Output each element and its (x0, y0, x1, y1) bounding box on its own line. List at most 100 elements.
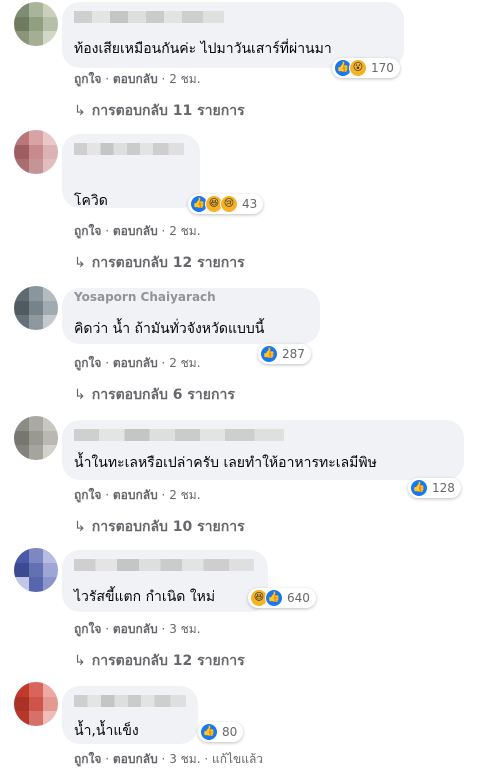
avatar-pixel (14, 682, 29, 697)
reply-link[interactable]: ตอบกลับ (113, 752, 158, 766)
reaction-summary[interactable]: 👍 128 (408, 478, 461, 498)
author-name-blurred[interactable] (74, 143, 184, 155)
comment-text: ไวรัสขี้แตก กำเนิด ใหม่ (74, 589, 216, 605)
like-link[interactable]: ถูกใจ (74, 224, 101, 238)
view-replies-link[interactable]: ↳ การตอบกลับ 12 รายการ (74, 252, 245, 274)
reply-link[interactable]: ตอบกลับ (113, 72, 158, 86)
avatar-pixel (28, 159, 44, 174)
avatar-pixel (14, 130, 29, 145)
reply-arrow-icon: ↳ (74, 519, 86, 535)
comment-bubble: ไวรัสขี้แตก กำเนิด ใหม่ 😆 👍 640 (62, 550, 316, 612)
author-name-blurred[interactable] (74, 11, 224, 23)
reaction-summary[interactable]: 👍 287 (258, 344, 311, 364)
reaction-count: 80 (222, 725, 238, 739)
timestamp[interactable]: 2 ชม. (169, 356, 200, 370)
avatar-pixel (14, 548, 29, 563)
avatar-pixel (14, 416, 29, 431)
avatar-pixel (14, 286, 29, 301)
like-link[interactable]: ถูกใจ (74, 72, 101, 86)
author-name-blurred[interactable] (74, 429, 284, 441)
comment-actions: ถูกใจ · ตอบกลับ · 3 ชม. · แก้ไขแล้ว (74, 752, 264, 766)
like-link[interactable]: ถูกใจ (74, 622, 101, 636)
comment-actions: ถูกใจ · ตอบกลับ · 2 ชม. (74, 224, 201, 238)
avatar-pixel (43, 577, 58, 592)
avatar-pixel (43, 300, 58, 316)
timestamp[interactable]: 2 ชม. (169, 224, 200, 238)
avatar-pixel (28, 144, 44, 160)
reaction-summary[interactable]: 👍 80 (198, 722, 244, 742)
like-reaction-icon: 👍 (260, 345, 278, 363)
edited-label: แก้ไขแล้ว (211, 752, 264, 766)
timestamp[interactable]: 3 ชม. (169, 622, 200, 636)
reaction-count: 170 (371, 61, 394, 75)
reaction-count: 43 (242, 197, 258, 211)
reaction-count: 287 (282, 347, 305, 361)
comment-actions: ถูกใจ · ตอบกลับ · 2 ชม. (74, 488, 201, 502)
avatar-pixel (28, 286, 44, 301)
comment-actions: ถูกใจ · ตอบกลับ · 2 ชม. (74, 356, 201, 370)
avatar-pixel (43, 548, 58, 563)
avatar[interactable] (14, 130, 58, 174)
like-link[interactable]: ถูกใจ (74, 752, 101, 766)
like-reaction-icon: 👍 (265, 589, 283, 607)
comment-text: น้ำ,น้ำแข็ง (74, 723, 139, 739)
avatar-pixel (14, 577, 29, 592)
like-link[interactable]: ถูกใจ (74, 356, 101, 370)
reply-link[interactable]: ตอบกลับ (113, 224, 158, 238)
avatar[interactable] (14, 682, 58, 726)
avatar-pixel (28, 682, 44, 697)
avatar-pixel (14, 315, 29, 330)
avatar-pixel (14, 16, 29, 32)
avatar-pixel (28, 300, 44, 316)
comment-actions: ถูกใจ · ตอบกลับ · 2 ชม. (74, 72, 201, 86)
comment-text: น้ำในทะเลหรือเปล่าครับ เลยทำให้อาหารทะเล… (74, 455, 377, 471)
avatar-pixel (28, 577, 44, 592)
comment-text: คิดว่า น้ำ ถ้ามันทั่วจังหวัดแบบนี้ (74, 321, 265, 337)
avatar-pixel (14, 144, 29, 160)
reaction-summary[interactable]: 👍 😮 170 (332, 58, 400, 78)
view-replies-link[interactable]: ↳ การตอบกลับ 11 รายการ (74, 100, 245, 122)
avatar-pixel (28, 31, 44, 46)
replies-label: การตอบกลับ 6 รายการ (91, 387, 235, 403)
avatar-pixel (43, 159, 58, 174)
avatar-pixel (43, 31, 58, 46)
author-name-blurred[interactable] (74, 559, 254, 571)
view-replies-link[interactable]: ↳ การตอบกลับ 10 รายการ (74, 516, 245, 538)
author-name-blurred[interactable] (74, 695, 186, 707)
avatar-pixel (14, 430, 29, 446)
avatar-pixel (14, 31, 29, 46)
avatar-pixel (43, 562, 58, 578)
avatar-pixel (43, 711, 58, 726)
reaction-summary[interactable]: 👍 😆 😢 43 (188, 194, 264, 214)
reaction-summary[interactable]: 😆 👍 640 (248, 588, 316, 608)
view-replies-link[interactable]: ↳ การตอบกลับ 12 รายการ (74, 650, 245, 672)
avatar-pixel (43, 682, 58, 697)
avatar[interactable] (14, 416, 58, 460)
avatar[interactable] (14, 548, 58, 592)
reply-link[interactable]: ตอบกลับ (113, 622, 158, 636)
like-link[interactable]: ถูกใจ (74, 488, 101, 502)
avatar-pixel (43, 16, 58, 32)
reply-link[interactable]: ตอบกลับ (113, 488, 158, 502)
avatar-pixel (14, 300, 29, 316)
timestamp[interactable]: 3 ชม. (169, 752, 200, 766)
reaction-count: 640 (287, 591, 310, 605)
timestamp[interactable]: 2 ชม. (169, 72, 200, 86)
avatar[interactable] (14, 286, 58, 330)
wow-reaction-icon: 😮 (349, 59, 367, 77)
timestamp[interactable]: 2 ชม. (169, 488, 200, 502)
avatar[interactable] (14, 2, 58, 46)
author-name[interactable]: Yosaporn Chaiyarach (74, 290, 216, 304)
avatar-pixel (28, 711, 44, 726)
avatar-pixel (28, 16, 44, 32)
avatar-pixel (43, 315, 58, 330)
like-reaction-icon: 👍 (200, 723, 218, 741)
avatar-pixel (28, 416, 44, 431)
reply-link[interactable]: ตอบกลับ (113, 356, 158, 370)
comment-bubble: น้ำในทะเลหรือเปล่าครับ เลยทำให้อาหารทะเล… (62, 420, 464, 498)
view-replies-link[interactable]: ↳ การตอบกลับ 6 รายการ (74, 384, 235, 406)
avatar-pixel (28, 315, 44, 330)
avatar-pixel (28, 430, 44, 446)
comment-bubble: น้ำ,น้ำแข็ง 👍 80 (62, 686, 244, 744)
comment-bubble: Yosaporn Chaiyarach คิดว่า น้ำ ถ้ามันทั่… (62, 288, 320, 364)
